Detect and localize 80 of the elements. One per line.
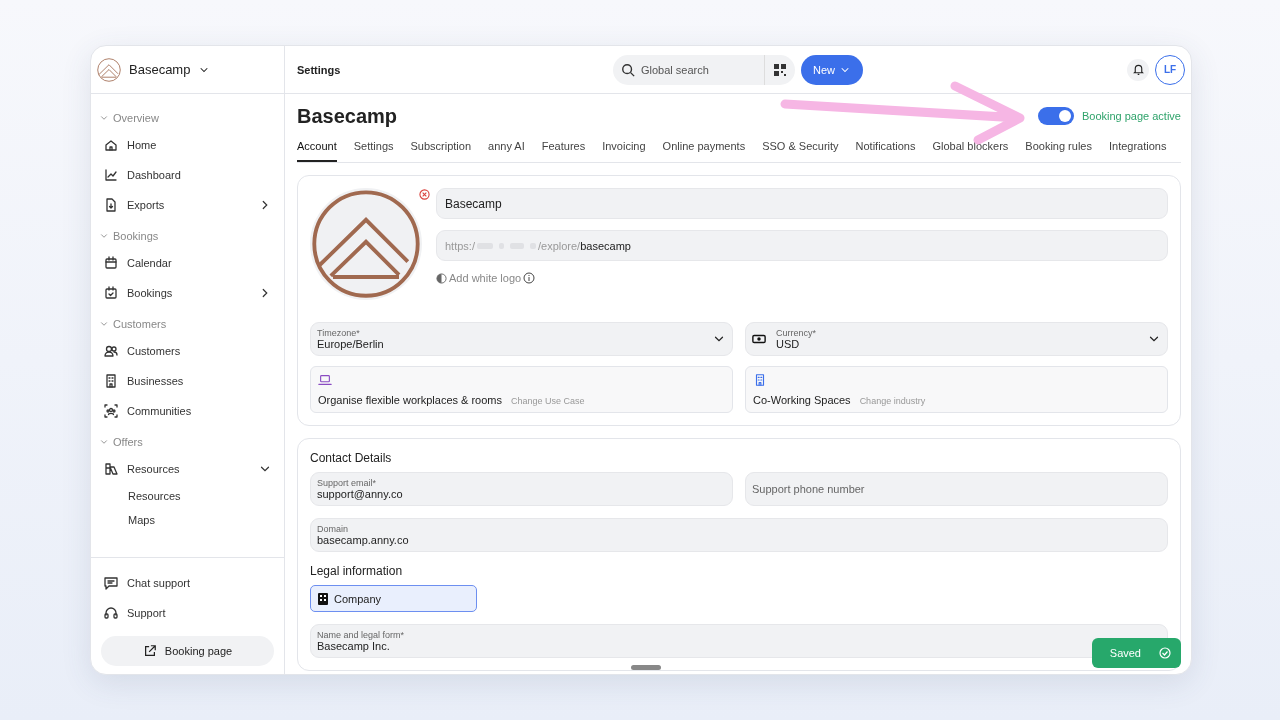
external-link-icon [142, 644, 157, 658]
chat-icon [103, 575, 119, 591]
page-title: Basecamp [297, 104, 399, 128]
sidebar-item[interactable]: Home [91, 130, 284, 160]
support-email-field[interactable]: Support email* support@anny.co [310, 472, 733, 506]
toggle-switch[interactable] [1037, 107, 1074, 125]
qr-code-icon[interactable] [774, 63, 786, 76]
new-button[interactable]: New [801, 54, 863, 85]
laptop-icon [318, 373, 332, 387]
section-heading: Contact Details [310, 451, 393, 465]
search-icon [621, 62, 635, 77]
chevron-icon [99, 113, 109, 123]
sidebar-item[interactable]: Businesses [91, 366, 284, 396]
calendar-check-icon [103, 285, 119, 301]
use-case-card[interactable]: Organise flexible workplaces & rooms Change Use Case [310, 366, 733, 413]
workspace-logo [97, 57, 121, 82]
tab[interactable]: Online payments [662, 134, 746, 162]
sidebar-subitem[interactable]: Resources [91, 484, 284, 508]
sidebar-subitem[interactable]: Maps [91, 508, 284, 532]
section-header[interactable]: Customers [91, 312, 284, 336]
chevron-icon [99, 319, 109, 329]
headset-icon [103, 605, 119, 621]
industry-title: Co-Working Spaces [753, 394, 851, 406]
sidebar-item[interactable]: Customers [91, 336, 284, 366]
resources-icon [103, 461, 119, 477]
tab[interactable]: anny AI [488, 134, 525, 162]
group-icon [103, 403, 119, 419]
drag-handle[interactable] [631, 665, 661, 670]
timezone-select[interactable]: Timezone* Europe/Berlin [310, 322, 733, 356]
building-icon [753, 373, 767, 387]
contrast-icon [436, 272, 447, 284]
name-field[interactable]: Basecamp [436, 188, 1168, 219]
tab[interactable]: Invoicing [602, 134, 646, 162]
sidebar-item[interactable]: Chat support [91, 568, 284, 598]
workspace-name[interactable]: Basecamp [129, 62, 191, 77]
tab[interactable]: Notifications [855, 134, 916, 162]
sidebar-item[interactable]: Resources [91, 454, 284, 484]
search-field[interactable]: Global search [613, 54, 795, 85]
sidebar-item[interactable]: Calendar [91, 248, 284, 278]
sidebar-item[interactable]: Support [91, 598, 284, 628]
chart-icon [103, 167, 119, 183]
tab[interactable]: Subscription [410, 134, 472, 162]
section-header[interactable]: Bookings [91, 224, 284, 248]
section-header[interactable]: Overview [91, 106, 284, 130]
users-icon [103, 343, 119, 359]
tab[interactable]: Booking rules [1025, 134, 1092, 162]
calendar-icon [103, 255, 119, 271]
url-field[interactable]: https:/ /explore/basecamp [436, 230, 1168, 261]
tab[interactable]: Settings [353, 134, 394, 162]
check-circle-icon [1159, 647, 1171, 659]
file-icon [103, 197, 119, 213]
company-option[interactable]: Company [310, 585, 477, 612]
add-logo-link[interactable]: Add white logo [436, 272, 536, 284]
sidebar-item[interactable]: Exports [91, 190, 284, 220]
industry-card[interactable]: Co-Working Spaces Change industry [745, 366, 1168, 413]
tab[interactable]: Account [297, 134, 337, 162]
sidebar-item[interactable]: Communities [91, 396, 284, 426]
tab[interactable]: SSO & Security [762, 134, 839, 162]
toggle-label: Booking page active [1081, 110, 1181, 122]
sidebar-item[interactable]: Bookings [91, 278, 284, 308]
booking-page-button[interactable]: Booking page [101, 636, 274, 666]
page-header-title: Settings [297, 63, 342, 76]
section-header[interactable]: Offers [91, 430, 284, 454]
domain-field[interactable]: Domain basecamp.anny.co [310, 518, 1168, 552]
chevron-icon [99, 231, 109, 241]
sidebar-item[interactable]: Dashboard [91, 160, 284, 190]
use-case-title: Organise flexible workplaces & rooms [318, 394, 503, 406]
currency-select[interactable]: Currency* USD [745, 322, 1168, 356]
chevron-icon [99, 437, 109, 447]
building-icon [318, 592, 328, 605]
bell-icon[interactable] [1131, 63, 1145, 76]
remove-icon[interactable] [419, 189, 430, 200]
tab[interactable]: Features [541, 134, 586, 162]
banknote-icon [752, 332, 766, 346]
building-icon [103, 373, 119, 389]
info-icon [523, 272, 536, 284]
support-phone-field[interactable]: Support phone number [745, 472, 1168, 506]
section-heading: Legal information [310, 564, 404, 578]
tab[interactable]: Global blockers [932, 134, 1009, 162]
tab[interactable]: Integrations [1108, 134, 1167, 162]
